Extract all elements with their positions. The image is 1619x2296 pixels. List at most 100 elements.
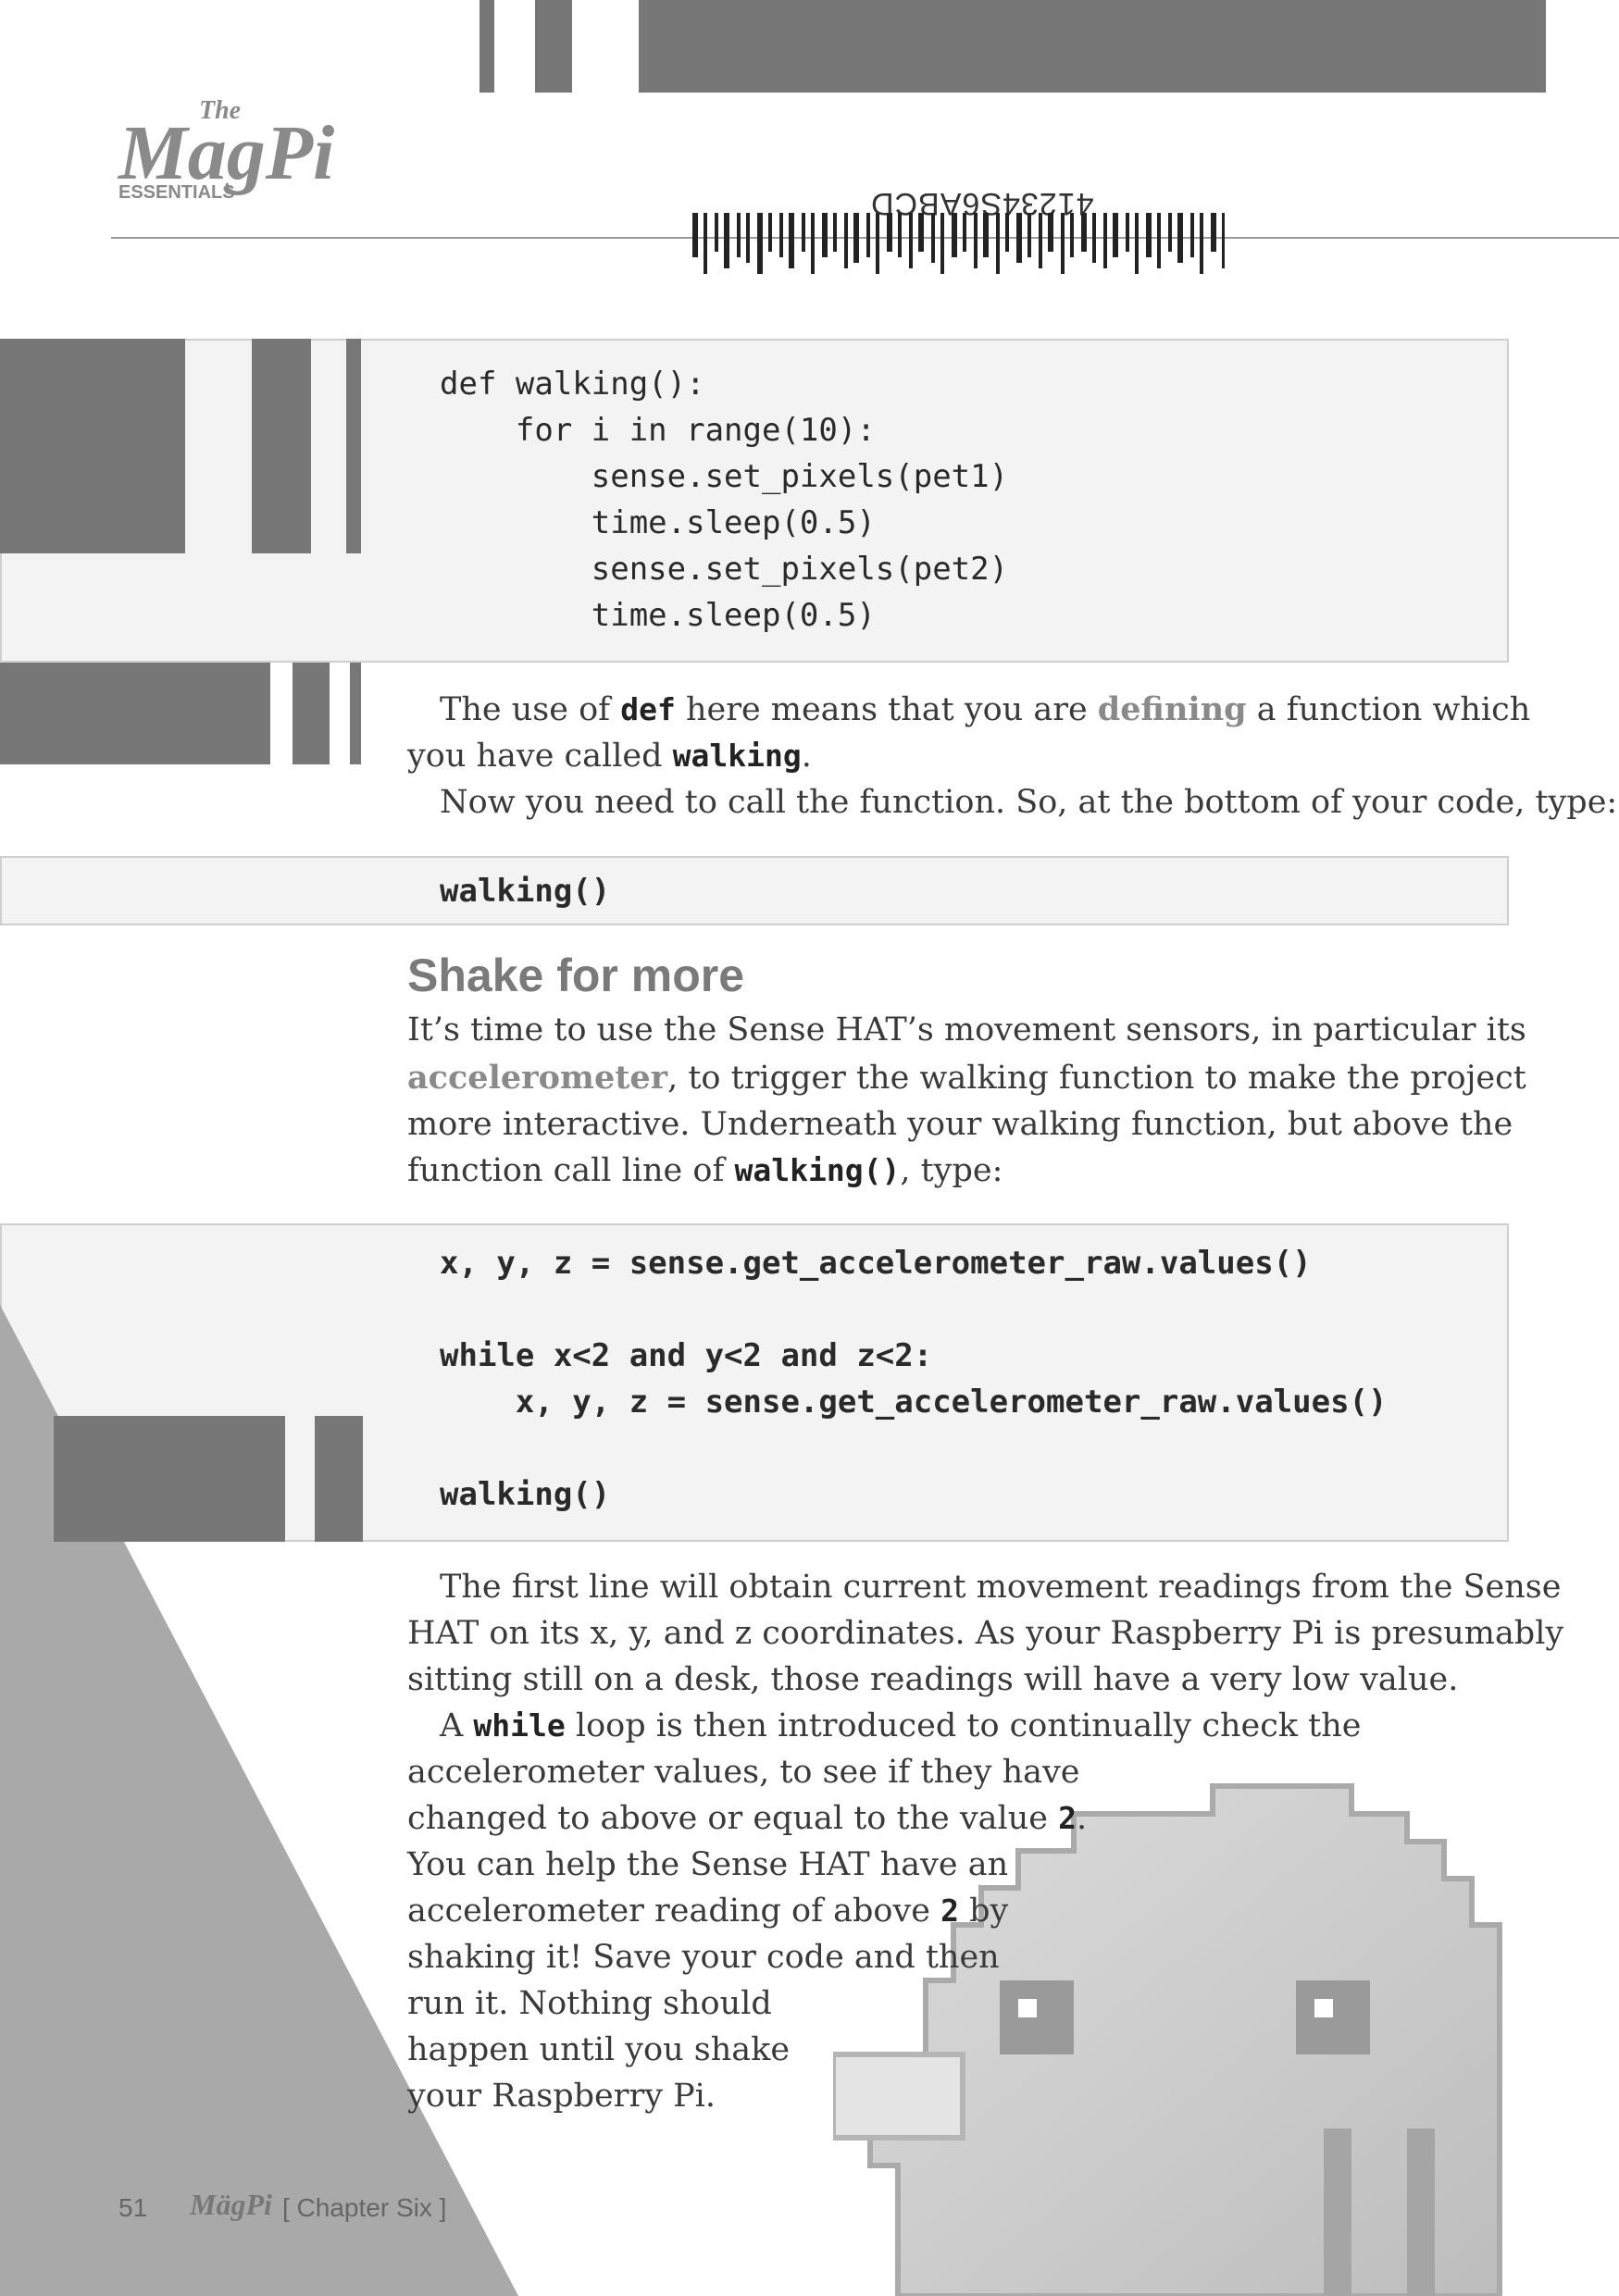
code-line: sense.set_pixels(pet2) [440, 551, 1009, 588]
body-paragraph: A while loop is then introduced to conti… [440, 1703, 1362, 1749]
code-line: for i in range(10): [440, 412, 876, 449]
body-paragraph: It’s time to use the Sense HAT’s movemen… [407, 1011, 1526, 1049]
text: The use of [440, 691, 621, 728]
barcode-bar [974, 213, 978, 268]
barcode-bar [1039, 213, 1042, 268]
barcode-bar [715, 213, 718, 252]
page-number: 51 [118, 2193, 148, 2222]
text: changed to above or equal to the value [407, 1800, 1059, 1837]
inline-code: walking() [734, 1152, 901, 1188]
barcode-bar [983, 213, 989, 257]
barcode-bar [1135, 213, 1139, 274]
code-block-call [0, 856, 1509, 925]
barcode-bar [1200, 213, 1203, 274]
body-paragraph: HAT on its x, y, and z coordinates. As y… [407, 1615, 1564, 1652]
text: loop is then introduced to continually c… [565, 1707, 1362, 1744]
text: you have called [407, 738, 673, 775]
barcode-bar [1113, 213, 1118, 257]
logo-essentials-text: ESSENTIALS [118, 182, 235, 202]
barcode-bar [757, 213, 763, 274]
code-line: time.sleep(0.5) [440, 504, 876, 541]
barcode-bar [692, 213, 698, 257]
highlight-term: accelerometer [407, 1059, 668, 1097]
text: function call line of [407, 1152, 735, 1189]
code-line: time.sleep(0.5) [440, 597, 876, 634]
barcode-bar [887, 213, 892, 252]
barcode-bar [1061, 213, 1065, 274]
barcode-bar [1126, 213, 1129, 252]
body-paragraph: you have called walking. [407, 733, 812, 779]
barcode-bar [1070, 213, 1074, 257]
barcode-bar [1048, 213, 1053, 252]
barcode-bar [931, 213, 935, 263]
magpi-logo: The MagPi ESSENTIALS [117, 96, 334, 202]
body-paragraph: Now you need to call the function. So, a… [440, 784, 1618, 821]
code-line: def walking(): [440, 366, 705, 403]
barcode-bar [996, 213, 1000, 274]
text: . [801, 738, 812, 775]
barcode-bar [1027, 213, 1031, 257]
barcode-bar [1222, 213, 1225, 268]
barcode-bar [963, 213, 966, 252]
barcode-bar [1103, 213, 1107, 268]
left-bar-overlay-3 [346, 339, 361, 553]
code-line: walking() [440, 873, 611, 910]
text: by [959, 1893, 1009, 1930]
barcode-bar [1177, 213, 1183, 263]
left-bar-overlay-5 [315, 1416, 363, 1542]
left-bar-overlay-1 [0, 339, 185, 553]
code-line: while x<2 and y<2 and z<2: [440, 1337, 933, 1374]
left-bar-block-5 [293, 663, 330, 764]
inline-code: while [473, 1707, 566, 1744]
text: A [440, 1707, 474, 1744]
barcode-bar [822, 213, 828, 257]
code-line: walking() [440, 1476, 611, 1513]
barcode-bar [789, 213, 794, 268]
code-line: x, y, z = sense.get_accelerometer_raw.va… [440, 1384, 1388, 1421]
barcode-bar [1092, 213, 1096, 263]
barcode-bar [952, 213, 957, 257]
text: here means that you are [675, 691, 1098, 728]
barcode-bar [1157, 213, 1161, 268]
body-paragraph: You can help the Sense HAT have an [407, 1846, 1009, 1883]
body-paragraph: The use of def here means that you are d… [440, 687, 1530, 733]
barcode-bar [898, 213, 902, 257]
barcode-graphic [692, 213, 1225, 274]
section-heading: Shake for more [407, 949, 745, 1001]
body-paragraph: sitting still on a desk, those readings … [407, 1661, 1459, 1698]
barcode-bar [802, 213, 805, 252]
barcode-bar [1005, 213, 1009, 252]
body-paragraph: function call line of walking(), type: [407, 1148, 1003, 1194]
body-paragraph: more interactive. Underneath your walkin… [407, 1106, 1513, 1143]
barcode-bar [1081, 213, 1087, 252]
footer-logo: MägPi [190, 2188, 272, 2221]
body-paragraph: your Raspberry Pi. [407, 2078, 716, 2115]
barcode-bar [724, 213, 729, 268]
barcode-bar [768, 213, 772, 252]
left-bar-block-6 [350, 663, 361, 764]
inline-code: 2 [1058, 1800, 1077, 1836]
inline-code: def [620, 691, 676, 727]
barcode-bar [940, 213, 944, 274]
text: , type: [900, 1152, 1003, 1189]
footer-divider [165, 2184, 167, 2296]
barcode-bar [866, 213, 870, 257]
barcode-bar [1190, 213, 1194, 257]
text: accelerometer reading of above [407, 1893, 941, 1930]
barcode-bar [853, 213, 859, 263]
body-paragraph: changed to above or equal to the value 2… [407, 1795, 1087, 1842]
text: , to trigger the walking function to mak… [667, 1060, 1526, 1097]
barcode-bar [909, 213, 913, 268]
body-paragraph: shaking it! Save your code and then [407, 1939, 1000, 1976]
body-paragraph: accelerometer reading of above 2 by [407, 1888, 1008, 1934]
barcode-bar [876, 213, 879, 274]
left-bar-overlay-4 [54, 1416, 285, 1542]
inline-code: walking [672, 738, 802, 774]
barcode-bar [779, 213, 783, 257]
highlight-term: defining [1097, 690, 1247, 728]
barcode-bar [833, 213, 837, 252]
barcode-bar [844, 213, 848, 268]
barcode-bar [737, 213, 741, 257]
inline-code: 2 [940, 1893, 959, 1929]
body-paragraph: accelerometer values, to see if they hav… [407, 1754, 1080, 1791]
